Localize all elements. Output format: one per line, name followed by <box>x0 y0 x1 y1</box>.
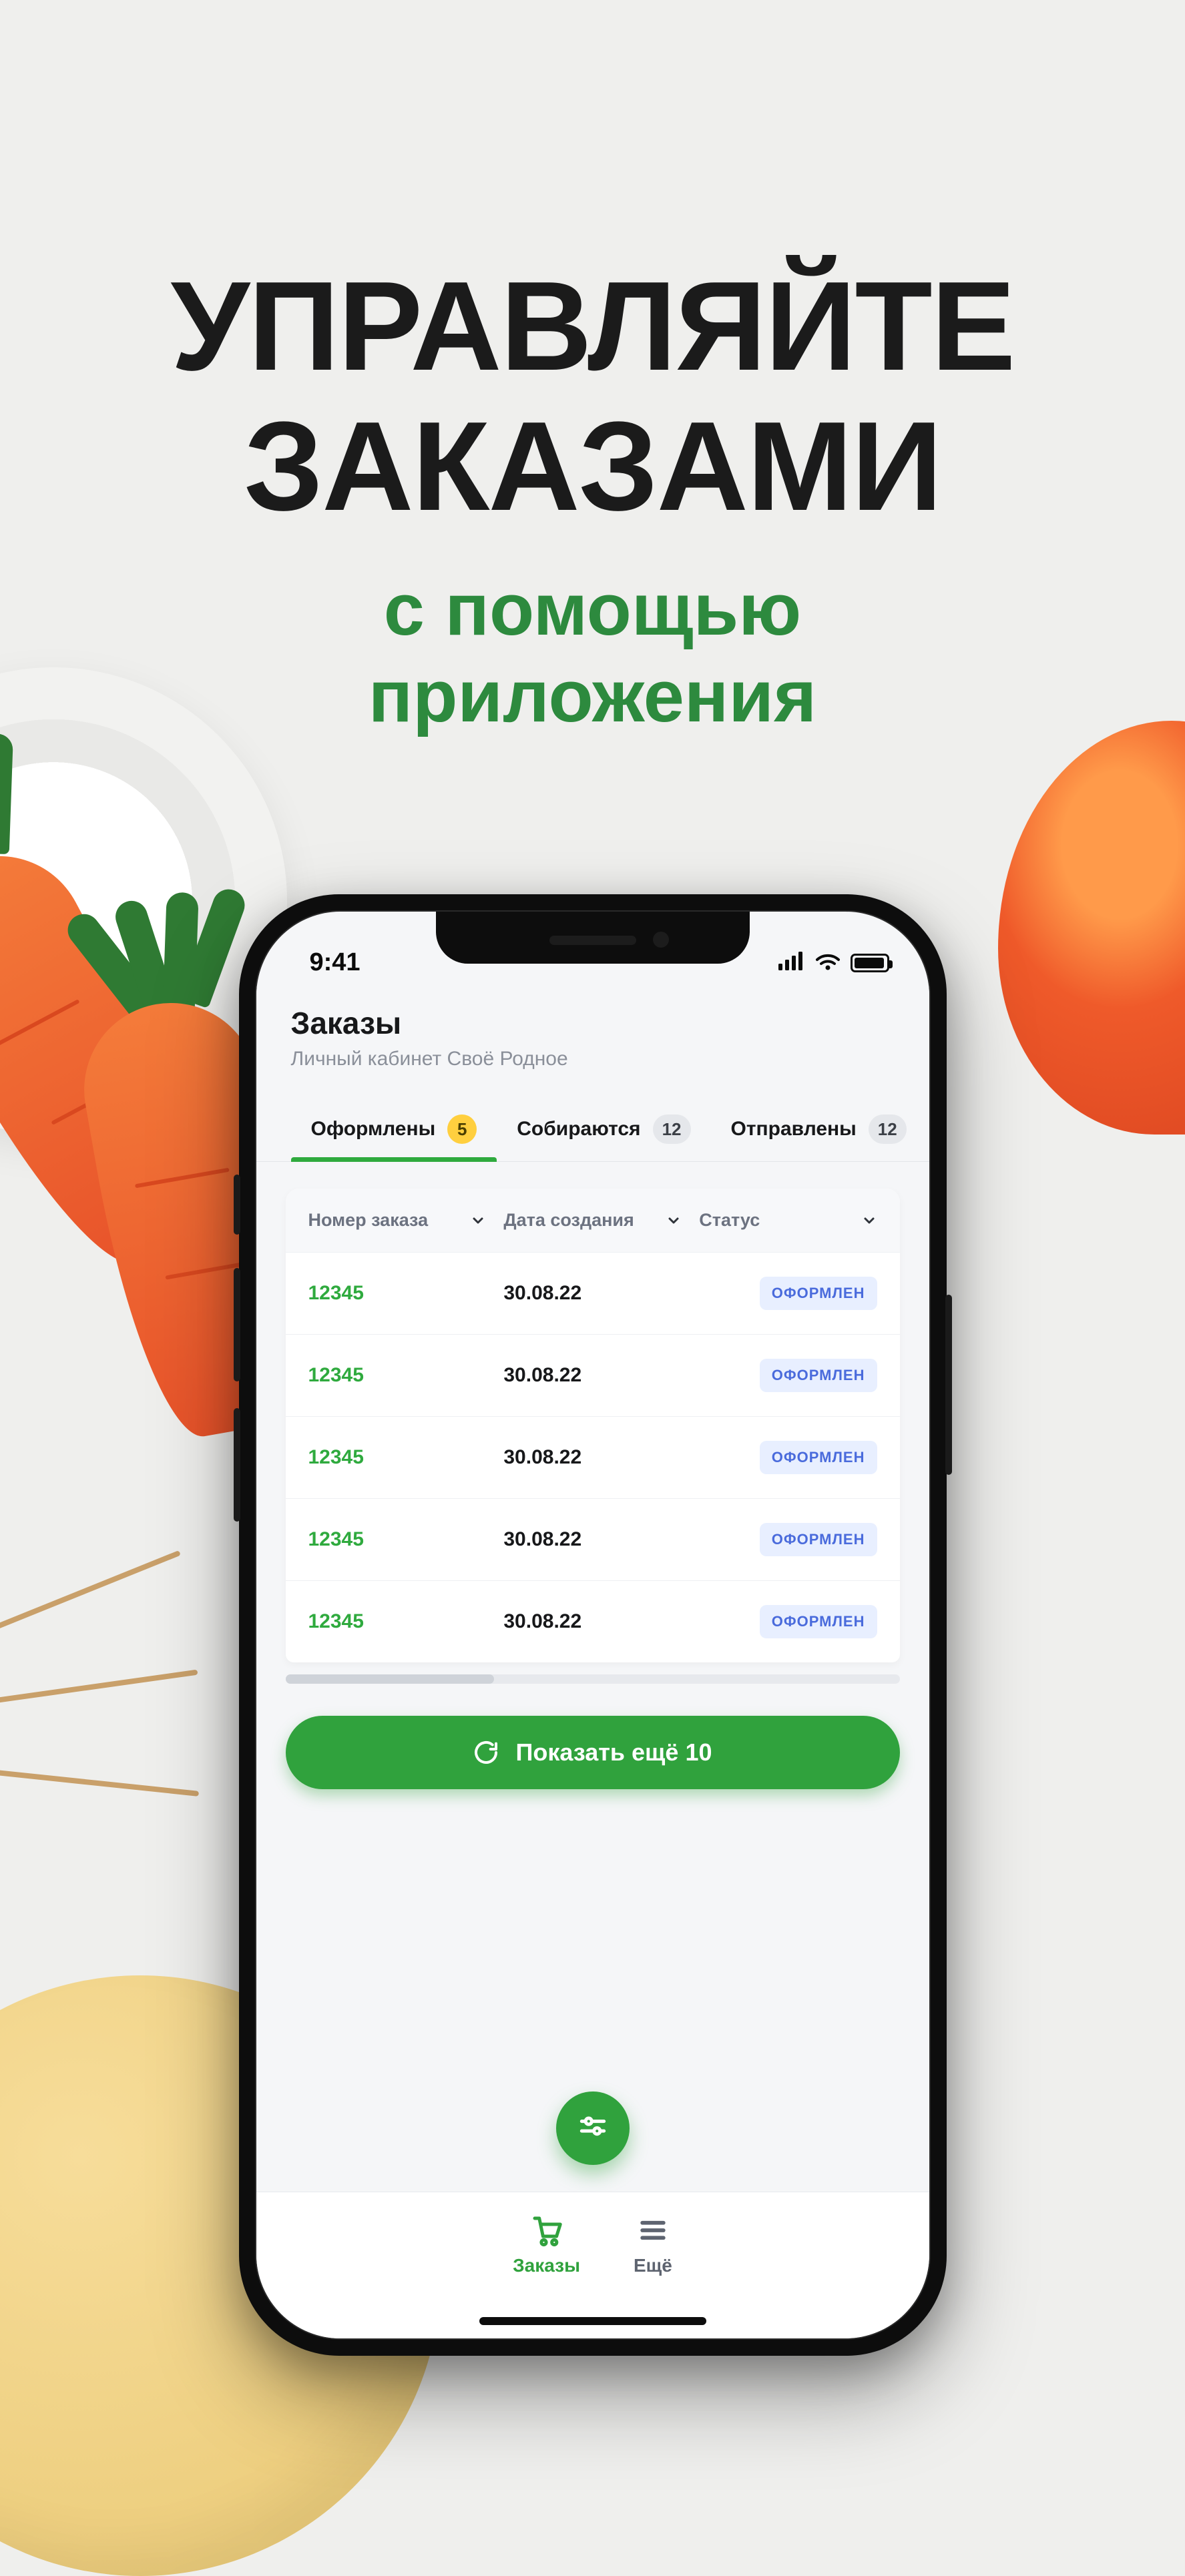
status-badge: ОФОРМЛЕН <box>760 1605 877 1638</box>
column-header-label: Номер заказа <box>308 1210 429 1231</box>
nav-label: Заказы <box>513 2255 580 2276</box>
status-time: 9:41 <box>310 948 361 977</box>
column-header-status[interactable]: Статус <box>699 1210 877 1231</box>
column-header-label: Дата создания <box>503 1210 634 1231</box>
table-row[interactable]: 12345 30.08.22 ОФОРМЛЕН <box>286 1580 900 1662</box>
subheadline-line1: с помощью <box>0 567 1185 652</box>
table-row[interactable]: 12345 30.08.22 ОФОРМЛЕН <box>286 1334 900 1416</box>
show-more-label: Показать ещё 10 <box>515 1738 712 1766</box>
column-header-date[interactable]: Дата создания <box>503 1210 699 1231</box>
order-date: 30.08.22 <box>503 1528 699 1551</box>
menu-icon <box>635 2212 671 2248</box>
orders-table: Номер заказа Дата создания Статус <box>286 1189 900 1662</box>
tab-label: Отправлены <box>731 1118 857 1141</box>
table-row[interactable]: 12345 30.08.22 ОФОРМЛЕН <box>286 1252 900 1334</box>
order-number: 12345 <box>308 1528 504 1551</box>
order-date: 30.08.22 <box>503 1282 699 1305</box>
page-subtitle: Личный кабинет Своё Родное <box>291 1048 895 1070</box>
decor-pepper <box>998 721 1185 1135</box>
tab-count-badge: 12 <box>869 1114 907 1144</box>
battery-icon <box>851 954 889 972</box>
page-title: Заказы <box>291 1005 895 1041</box>
status-badge: ОФОРМЛЕН <box>760 1359 877 1392</box>
order-number: 12345 <box>308 1610 504 1633</box>
headline-line2: ЗАКАЗАМИ <box>0 394 1185 539</box>
chevron-down-icon <box>470 1213 486 1229</box>
subheadline-line2: приложения <box>0 654 1185 739</box>
decor-carrot <box>0 826 238 1290</box>
cellular-signal-icon <box>778 948 805 977</box>
sliders-icon <box>576 2112 610 2145</box>
order-date: 30.08.22 <box>503 1446 699 1469</box>
tab-label: Оформлены <box>311 1118 436 1141</box>
order-number: 12345 <box>308 1364 504 1387</box>
horizontal-scrollbar[interactable] <box>286 1674 900 1684</box>
status-badge: ОФОРМЛЕН <box>760 1277 877 1310</box>
phone-mockup: 9:41 Заказы Личный кабинет Своё Родное <box>239 894 947 2356</box>
refresh-icon <box>473 1739 499 1766</box>
wifi-icon <box>814 948 841 977</box>
status-badge: ОФОРМЛЕН <box>760 1441 877 1474</box>
column-header-label: Статус <box>699 1210 760 1231</box>
chevron-down-icon <box>666 1213 682 1229</box>
nav-label: Ещё <box>634 2255 672 2276</box>
order-date: 30.08.22 <box>503 1364 699 1387</box>
tab-count-badge: 5 <box>447 1114 477 1144</box>
headline-line1: УПРАВЛЯЙТЕ <box>0 254 1185 399</box>
tab-count-badge: 12 <box>653 1114 691 1144</box>
table-row[interactable]: 12345 30.08.22 ОФОРМЛЕН <box>286 1498 900 1580</box>
home-indicator <box>479 2317 706 2325</box>
tab-otpravleny[interactable]: Отправлены 12 <box>711 1102 927 1161</box>
order-tabs: Оформлены 5 Собираются 12 Отправлены 12 <box>256 1084 929 1162</box>
cart-icon <box>529 2212 565 2248</box>
tab-sobirayutsya[interactable]: Собираются 12 <box>497 1102 710 1161</box>
column-header-number[interactable]: Номер заказа <box>308 1210 504 1231</box>
show-more-button[interactable]: Показать ещё 10 <box>286 1716 900 1789</box>
tab-label: Собираются <box>517 1118 640 1141</box>
order-date: 30.08.22 <box>503 1610 699 1633</box>
filter-fab[interactable] <box>556 2091 630 2165</box>
chevron-down-icon <box>861 1213 877 1229</box>
phone-notch <box>436 912 750 964</box>
table-row[interactable]: 12345 30.08.22 ОФОРМЛЕН <box>286 1416 900 1498</box>
order-number: 12345 <box>308 1282 504 1305</box>
order-number: 12345 <box>308 1446 504 1469</box>
tab-oformleny[interactable]: Оформлены 5 <box>291 1102 497 1161</box>
bottom-nav: Заказы Ещё <box>256 2192 929 2338</box>
status-badge: ОФОРМЛЕН <box>760 1523 877 1556</box>
